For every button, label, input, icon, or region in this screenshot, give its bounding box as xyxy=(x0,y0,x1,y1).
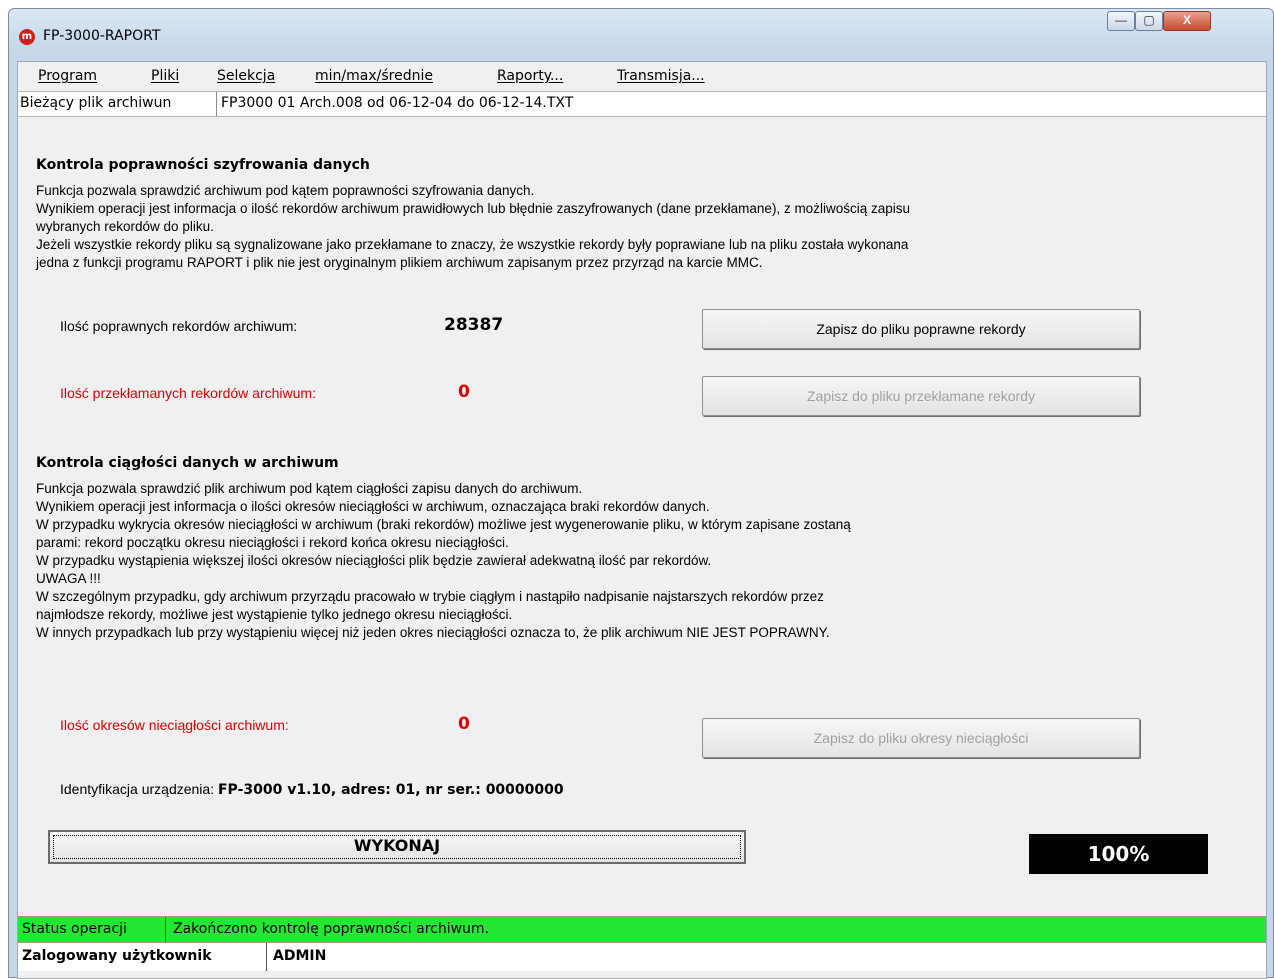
device-value: FP-3000 v1.10, adres: 01, nr ser.: 00000… xyxy=(217,782,564,798)
menu-transmisja[interactable]: Transmisja... xyxy=(617,68,705,84)
corrupt-records-value: 0 xyxy=(458,382,470,402)
app-logo-icon: m xyxy=(19,29,35,45)
status-label: Status operacji xyxy=(22,921,127,937)
logged-user-value: ADMIN xyxy=(273,948,327,964)
window-title: FP-3000-RAPORT xyxy=(43,28,161,44)
gap-periods-value: 0 xyxy=(458,714,470,734)
section-encryption-text: Funkcja pozwala sprawdzić archiwum pod k… xyxy=(36,183,910,270)
menu-program[interactable]: Program xyxy=(38,68,97,84)
maximize-button[interactable]: ▢ xyxy=(1135,11,1163,31)
execute-button[interactable]: WYKONAJ xyxy=(48,830,746,864)
main-window: m FP-3000-RAPORT — ▢ X Program Pliki Sel… xyxy=(8,8,1274,979)
current-file-value: FP3000 01 Arch.008 od 06-12-04 do 06-12-… xyxy=(221,95,574,111)
section-encryption-title: Kontrola poprawności szyfrowania danych xyxy=(36,157,370,173)
close-button[interactable]: X xyxy=(1163,11,1211,31)
title-bar[interactable]: m FP-3000-RAPORT — ▢ X xyxy=(9,9,1273,61)
corrupt-records-label: Ilość przekłamanych rekordów archiwum: xyxy=(60,385,316,401)
menu-raporty[interactable]: Raporty... xyxy=(497,68,563,84)
divider xyxy=(165,917,166,943)
section-continuity-title: Kontrola ciągłości danych w archiwum xyxy=(36,455,339,471)
section-continuity-text: Funkcja pozwala sprawdzić plik archiwum … xyxy=(36,481,851,640)
progress-indicator: 100% xyxy=(1029,834,1208,874)
current-file-label: Bieżący plik archiwun xyxy=(20,95,172,111)
current-file-bar: Bieżący plik archiwun FP3000 01 Arch.008… xyxy=(18,91,1266,117)
divider xyxy=(266,943,267,971)
correct-records-value: 28387 xyxy=(444,315,504,335)
status-value: Zakończono kontrolę poprawności archiwum… xyxy=(173,921,490,937)
save-correct-records-button[interactable]: Zapisz do pliku poprawne rekordy xyxy=(702,309,1140,349)
device-identification: Identyfikacja urządzenia: FP-3000 v1.10,… xyxy=(60,781,564,798)
save-corrupt-records-button[interactable]: Zapisz do pliku przekłamane rekordy xyxy=(702,376,1140,416)
save-gap-periods-button[interactable]: Zapisz do pliku okresy nieciągłości xyxy=(702,718,1140,758)
divider xyxy=(216,92,217,116)
menu-selekcja[interactable]: Selekcja xyxy=(217,68,275,84)
client-area: Program Pliki Selekcja min/max/średnie R… xyxy=(17,61,1267,979)
logged-user-label: Zalogowany użytkownik xyxy=(22,948,212,964)
gap-periods-label: Ilość okresów nieciągłości archiwum: xyxy=(60,717,289,733)
device-label: Identyfikacja urządzenia: xyxy=(60,781,215,797)
focus-rectangle xyxy=(53,835,741,859)
minimize-button[interactable]: — xyxy=(1107,11,1135,31)
status-bar: Status operacji Zakończono kontrolę popr… xyxy=(18,916,1266,943)
menu-pliki[interactable]: Pliki xyxy=(151,68,179,84)
correct-records-label: Ilość poprawnych rekordów archiwum: xyxy=(60,318,298,334)
menu-min-max[interactable]: min/max/średnie xyxy=(315,68,433,84)
user-bar: Zalogowany użytkownik ADMIN xyxy=(18,942,1266,971)
menu-bar: Program Pliki Selekcja min/max/średnie R… xyxy=(18,62,1266,91)
